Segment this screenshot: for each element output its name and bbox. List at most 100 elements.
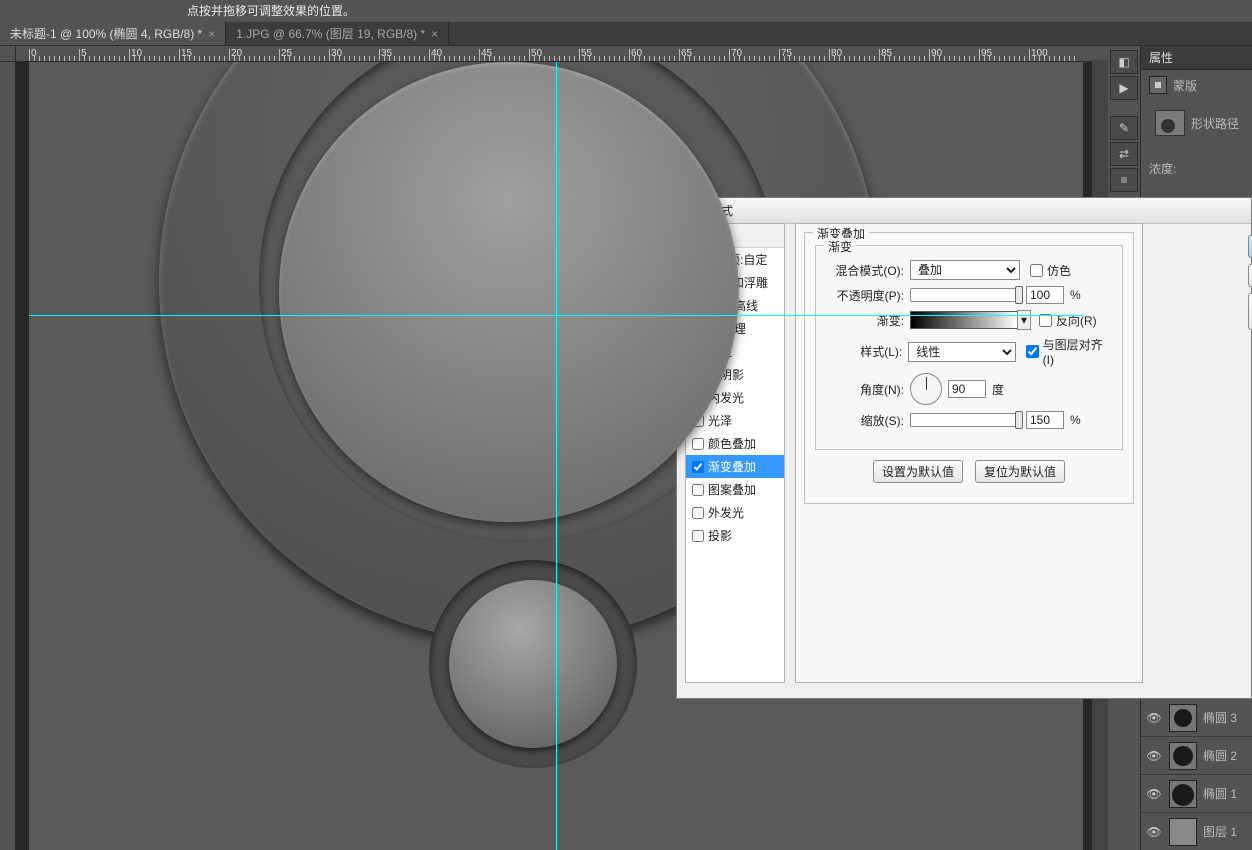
ok-button[interactable]: 确定 (1248, 235, 1252, 258)
mask-row: 蒙版 (1141, 70, 1252, 100)
density-label: 浓度: (1149, 160, 1176, 177)
layer-name[interactable]: 图层 1 (1203, 823, 1237, 840)
style-drop-shadow[interactable]: 投影 (686, 524, 784, 547)
gradient-overlay-group: 渐变叠加 渐变 混合模式(O): 叠加 仿色 不透明度(P): % (804, 232, 1134, 504)
set-default-button[interactable]: 设置为默认值 (873, 460, 963, 483)
opacity-unit: % (1070, 288, 1081, 302)
style-outer-glow[interactable]: 外发光 (686, 501, 784, 524)
dialog-title[interactable]: 图层样式 (677, 198, 1251, 224)
checkbox[interactable] (692, 461, 704, 473)
slider-thumb[interactable] (1015, 286, 1023, 304)
document-tab-bar: 未标题-1 @ 100% (椭圆 4, RGB/8) * × 1.JPG @ 6… (0, 22, 1252, 46)
blend-mode-row: 混合模式(O): 叠加 仿色 (826, 260, 1112, 280)
style-pattern-overlay[interactable]: 图案叠加 (686, 478, 784, 501)
settings-pane: 渐变叠加 渐变 混合模式(O): 叠加 仿色 不透明度(P): % (795, 223, 1143, 683)
scale-row: 缩放(S): % (826, 411, 1112, 429)
panel-icon-lines[interactable]: ≡ (1110, 168, 1138, 192)
layer-thumb[interactable] (1169, 818, 1197, 846)
gradient-subgroup: 渐变 混合模式(O): 叠加 仿色 不透明度(P): % (815, 245, 1123, 450)
scale-slider[interactable] (910, 413, 1020, 427)
panel-title[interactable]: 属性 (1141, 46, 1252, 70)
dither-checkbox[interactable] (1030, 264, 1043, 277)
checkbox[interactable] (692, 438, 704, 450)
opacity-row: 不透明度(P): % (826, 286, 1112, 304)
layers-panel: 👁 椭圆 3 👁 椭圆 2 👁 椭圆 1 👁 图层 1 (1141, 698, 1252, 850)
style-gradient-overlay[interactable]: 渐变叠加 (686, 455, 784, 478)
layer-thumb[interactable] (1169, 704, 1197, 732)
checkbox[interactable] (692, 530, 704, 542)
style-satin-label: 光泽 (708, 412, 732, 429)
layer-row[interactable]: 👁 图层 1 (1141, 812, 1252, 850)
layer-row[interactable]: 👁 椭圆 3 (1141, 698, 1252, 736)
shape-path-label: 形状路径 (1191, 115, 1239, 132)
shape-path-thumb[interactable] (1155, 110, 1185, 136)
visibility-icon[interactable]: 👁 (1145, 787, 1163, 801)
scale-unit: % (1070, 413, 1081, 427)
gradient-dropdown-icon[interactable]: ▾ (1017, 310, 1031, 330)
visibility-icon[interactable]: 👁 (1145, 825, 1163, 839)
layer-style-dialog[interactable]: 图层样式 样式 混合选项:自定 斜面和浮雕 等高线 纹理 描边 内阴影 内发光 … (676, 197, 1252, 699)
layer-thumb[interactable] (1169, 780, 1197, 808)
style-gradient-overlay-label: 渐变叠加 (708, 458, 756, 475)
opacity-slider[interactable] (910, 288, 1020, 302)
checkbox[interactable] (692, 507, 704, 519)
layer-name[interactable]: 椭圆 2 (1203, 747, 1237, 764)
default-buttons-row: 设置为默认值 复位为默认值 (815, 460, 1123, 483)
layer-row[interactable]: 👁 椭圆 2 (1141, 736, 1252, 774)
layer-thumb[interactable] (1169, 742, 1197, 770)
angle-input[interactable] (948, 380, 986, 398)
cancel-button[interactable]: 取消 (1248, 264, 1252, 287)
dialog-body: 样式 混合选项:自定 斜面和浮雕 等高线 纹理 描边 内阴影 内发光 光泽 颜色… (685, 223, 1243, 690)
close-icon[interactable]: × (208, 27, 215, 41)
guide-horizontal[interactable] (29, 315, 1083, 316)
mask-icon[interactable] (1149, 76, 1167, 94)
align-checkbox[interactable] (1026, 345, 1039, 358)
guide-vertical[interactable] (556, 62, 557, 850)
opacity-label: 不透明度(P): (826, 287, 904, 304)
reset-default-button[interactable]: 复位为默认值 (975, 460, 1065, 483)
density-row: 浓度: (1141, 142, 1252, 183)
document-tab-active[interactable]: 未标题-1 @ 100% (椭圆 4, RGB/8) * × (0, 22, 226, 45)
dither-label: 仿色 (1047, 262, 1071, 279)
panel-icon-swap[interactable]: ⇄ (1110, 142, 1138, 166)
mask-label: 蒙版 (1173, 77, 1197, 94)
visibility-icon[interactable]: 👁 (1145, 749, 1163, 763)
scale-input[interactable] (1026, 411, 1064, 429)
close-icon[interactable]: × (431, 27, 438, 41)
style-outer-glow-label: 外发光 (708, 504, 744, 521)
dialog-button-column: 确定 取消 新建样式(W)... 预览(V) (1248, 235, 1252, 429)
document-tab-label: 未标题-1 @ 100% (椭圆 4, RGB/8) * (10, 25, 202, 42)
gradient-preview[interactable] (910, 311, 1018, 329)
style-select[interactable]: 线性 (908, 342, 1016, 362)
checkbox[interactable] (692, 484, 704, 496)
slider-thumb[interactable] (1015, 411, 1023, 429)
ruler-horizontal[interactable]: 0510152025303540455055606570758085909510… (16, 46, 1092, 62)
style-color-overlay-label: 颜色叠加 (708, 435, 756, 452)
collapsed-panel-dock: ◧ ▶ ✎ ⇄ ≡ (1110, 50, 1138, 194)
new-style-button[interactable]: 新建样式(W)... (1248, 293, 1252, 330)
ruler-vertical[interactable] (0, 62, 16, 850)
ruler-corner (0, 46, 16, 62)
layer-name[interactable]: 椭圆 3 (1203, 709, 1237, 726)
artwork-inner-circle (279, 62, 739, 522)
document-tab-inactive[interactable]: 1.JPG @ 66.7% (图层 19, RGB/8) * × (226, 22, 449, 45)
style-color-overlay[interactable]: 颜色叠加 (686, 432, 784, 455)
angle-label: 角度(N): (826, 381, 904, 398)
layer-row[interactable]: 👁 椭圆 1 (1141, 774, 1252, 812)
scale-label: 缩放(S): (826, 412, 904, 429)
shape-path-row: 形状路径 (1141, 100, 1252, 142)
align-label: 与图层对齐(I) (1043, 336, 1112, 367)
opacity-input[interactable] (1026, 286, 1064, 304)
layer-name[interactable]: 椭圆 1 (1203, 785, 1237, 802)
degree-label: 度 (992, 381, 1004, 398)
panel-icon-play[interactable]: ▶ (1110, 76, 1138, 100)
style-label: 样式(L): (826, 343, 902, 360)
panel-icon-brush[interactable]: ✎ (1110, 116, 1138, 140)
blend-mode-label: 混合模式(O): (826, 262, 904, 279)
document-tab-label: 1.JPG @ 66.7% (图层 19, RGB/8) * (236, 25, 425, 42)
visibility-icon[interactable]: 👁 (1145, 711, 1163, 725)
gradient-row: 渐变: ▾ 反向(R) (826, 310, 1112, 330)
angle-dial[interactable] (910, 373, 942, 405)
panel-icon-adjust[interactable]: ◧ (1110, 50, 1138, 74)
blend-mode-select[interactable]: 叠加 (910, 260, 1020, 280)
